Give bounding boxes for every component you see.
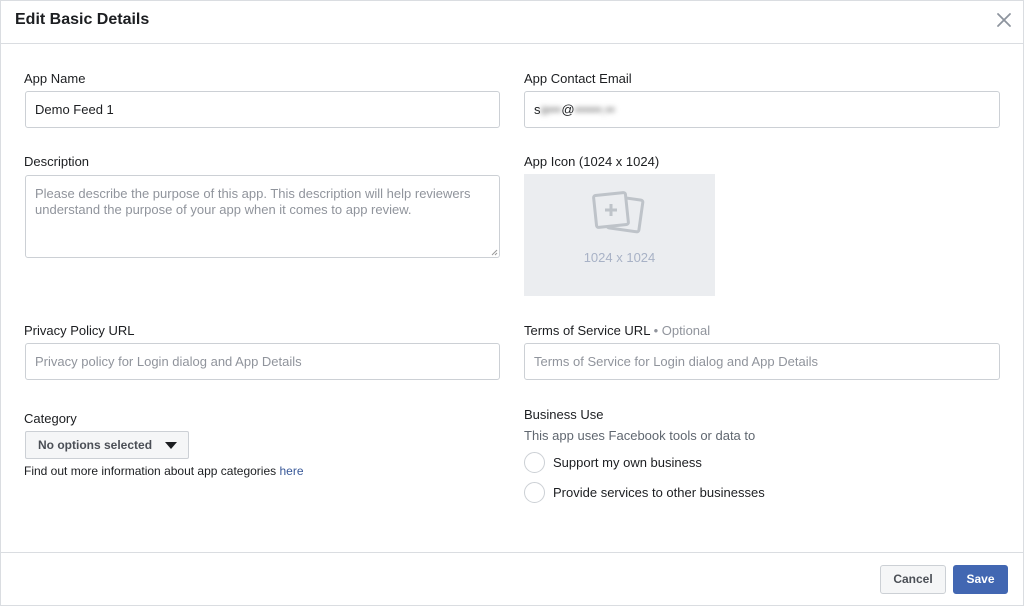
radio-label: Provide services to other businesses — [553, 485, 765, 500]
terms-of-service-label-text: Terms of Service URL — [524, 323, 650, 338]
terms-of-service-label: Terms of Service URL • Optional — [524, 323, 710, 338]
app-icon-label: App Icon (1024 x 1024) — [524, 154, 660, 169]
category-help-link[interactable]: here — [280, 464, 304, 478]
dialog-title: Edit Basic Details — [15, 11, 150, 28]
close-icon[interactable] — [994, 10, 1014, 30]
optional-tag: • Optional — [653, 323, 711, 338]
resize-grip-icon[interactable] — [490, 248, 498, 256]
description-placeholder: Please describe the purpose of this app.… — [35, 186, 471, 217]
app-contact-email-input[interactable]: sa•••@••••••.•• — [524, 91, 1000, 128]
add-photo-icon — [592, 191, 645, 234]
app-icon-size-text: 1024 x 1024 — [583, 250, 656, 265]
radio-circle[interactable] — [524, 482, 545, 503]
privacy-policy-label: Privacy Policy URL — [24, 323, 135, 338]
app-name-input[interactable]: Demo Feed 1 — [25, 91, 500, 128]
category-label: Category — [24, 411, 77, 426]
business-use-label: Business Use — [524, 407, 604, 422]
dialog-header: Edit Basic Details — [1, 1, 1023, 44]
category-selected-value: No options selected — [38, 438, 153, 452]
edit-basic-details-dialog: Edit Basic Details App Name Demo Feed 1 … — [0, 0, 1024, 606]
email-domain-redacted: ••••••.•• — [574, 102, 615, 117]
description-label: Description — [24, 154, 90, 169]
app-contact-email-label: App Contact Email — [524, 71, 632, 86]
privacy-policy-input[interactable]: Privacy policy for Login dialog and App … — [25, 343, 500, 380]
category-dropdown[interactable]: No options selected — [25, 431, 189, 459]
terms-of-service-input[interactable]: Terms of Service for Login dialog and Ap… — [524, 343, 1000, 380]
cancel-button[interactable]: Cancel — [880, 565, 946, 594]
email-user-redacted: a••• — [540, 102, 562, 117]
app-icon-upload[interactable]: 1024 x 1024 — [524, 174, 715, 296]
radio-label: Support my own business — [553, 455, 702, 470]
business-use-subtitle: This app uses Facebook tools or data to — [524, 428, 756, 443]
footer-divider — [1, 552, 1023, 553]
radio-circle[interactable] — [524, 452, 545, 473]
description-textarea[interactable]: Please describe the purpose of this app.… — [25, 175, 500, 258]
email-at: @ — [561, 102, 575, 117]
category-help-text: Find out more information about app cate… — [24, 464, 277, 478]
app-name-label: App Name — [24, 71, 86, 86]
category-help: Find out more information about app cate… — [24, 464, 304, 478]
save-button[interactable]: Save — [953, 565, 1008, 594]
caret-down-icon — [165, 442, 177, 449]
